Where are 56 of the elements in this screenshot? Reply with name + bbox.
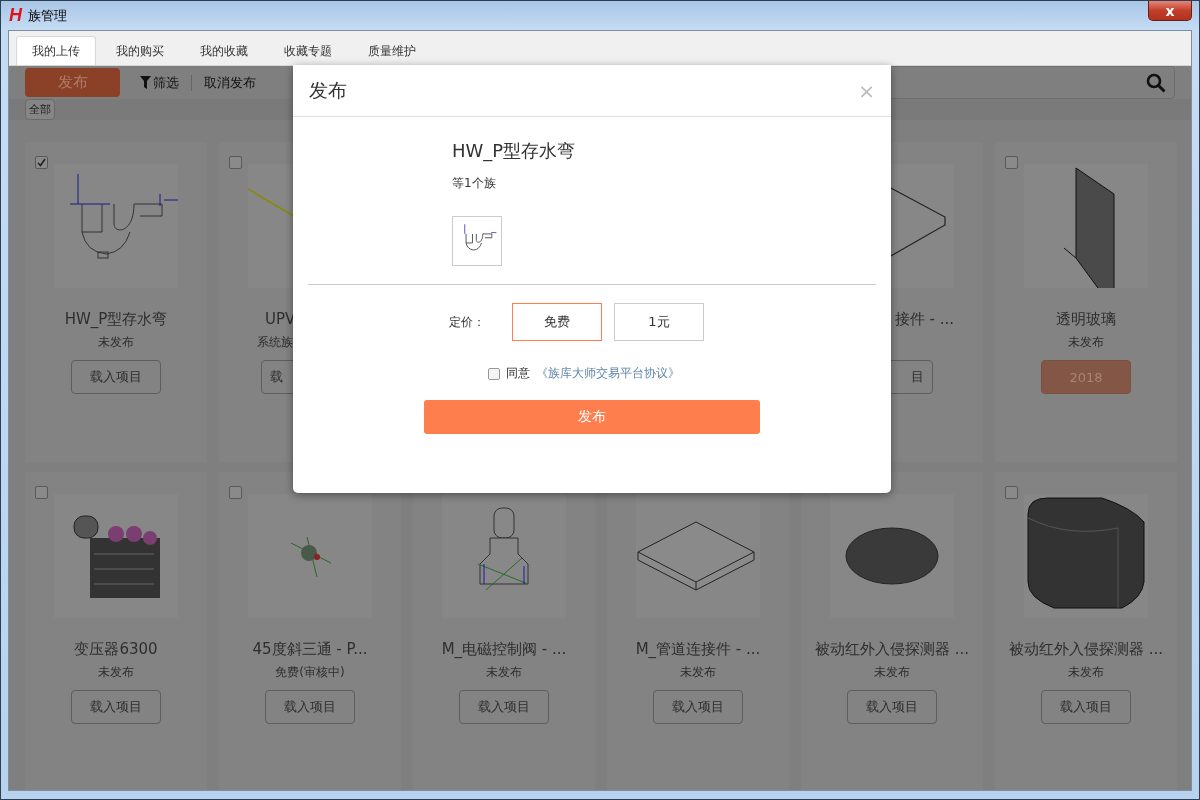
search-icon[interactable] bbox=[1146, 72, 1166, 93]
tab[interactable]: 质量维护 bbox=[352, 36, 432, 65]
card-status: 未发布 bbox=[98, 664, 134, 680]
tab[interactable]: 收藏专题 bbox=[268, 36, 348, 65]
fitting-drawing bbox=[289, 535, 331, 577]
checkbox[interactable] bbox=[229, 486, 242, 499]
load-button[interactable]: 载入项目 bbox=[71, 690, 161, 724]
price-option[interactable]: 1元 bbox=[614, 303, 704, 341]
agree-label: 同意 bbox=[506, 365, 530, 382]
submit-button[interactable]: 发布 bbox=[424, 400, 760, 434]
card-title: 被动红外入侵探测器 ... bbox=[814, 640, 970, 660]
card-title: M_电磁控制阀 - ... bbox=[441, 640, 567, 660]
load-button[interactable]: 载入项目 bbox=[265, 690, 355, 724]
load-button[interactable]: 载入项目 bbox=[71, 360, 161, 394]
price-label: 定价： bbox=[449, 313, 486, 331]
price-option[interactable]: 免费 bbox=[512, 303, 602, 341]
filter-icon bbox=[140, 76, 151, 89]
filter-chip[interactable]: 全部 bbox=[25, 99, 55, 120]
card-status: 未发布 bbox=[874, 664, 910, 680]
card-status: 免费(审核中) bbox=[275, 664, 345, 680]
checkbox[interactable] bbox=[35, 486, 48, 499]
tab[interactable]: 我的购买 bbox=[100, 36, 180, 65]
checkbox[interactable] bbox=[1005, 156, 1018, 169]
family-name: HW_P型存水弯 bbox=[452, 139, 577, 163]
card-status: 未发布 bbox=[680, 664, 716, 680]
checkbox[interactable] bbox=[229, 156, 242, 169]
dialog-title: 发布 bbox=[309, 77, 347, 103]
checkbox[interactable] bbox=[1005, 486, 1018, 499]
card-title: 接件 - ... bbox=[894, 310, 954, 330]
close-button[interactable]: x bbox=[1148, 1, 1192, 21]
agree-checkbox[interactable] bbox=[488, 367, 500, 380]
card-title: M_管道连接件 - ... bbox=[635, 640, 761, 660]
filter-button[interactable]: 筛选 bbox=[140, 73, 191, 92]
card-status: 未发布 bbox=[98, 334, 134, 350]
card-title: HW_P型存水弯 bbox=[64, 310, 168, 330]
load-button[interactable]: 载入项目 bbox=[459, 690, 549, 724]
unpublish-button[interactable]: 取消发布 bbox=[204, 73, 268, 92]
load-button[interactable]: 载入项目 bbox=[653, 690, 743, 724]
card-status: 系统族 bbox=[257, 334, 293, 350]
window-title: 族管理 bbox=[28, 6, 67, 25]
family-count: 等1个族 bbox=[452, 175, 497, 192]
slab-drawing bbox=[888, 186, 946, 258]
tab[interactable]: 我的上传 bbox=[16, 36, 96, 65]
card-title: 45度斜三通 - P... bbox=[252, 640, 368, 660]
tab[interactable]: 我的收藏 bbox=[184, 36, 264, 65]
card-status: 未发布 bbox=[1068, 334, 1104, 350]
card-title: 变压器6300 bbox=[74, 640, 158, 660]
card-status: 未发布 bbox=[1068, 664, 1104, 680]
card-title: 透明玻璃 bbox=[1056, 310, 1116, 330]
load-button[interactable]: 载入项目 bbox=[1041, 690, 1131, 724]
app-logo: H bbox=[9, 5, 22, 26]
agreement-link[interactable]: 《族库大师交易平台协议》 bbox=[536, 365, 680, 382]
load-button[interactable]: 载入项目 bbox=[847, 690, 937, 724]
checkbox[interactable] bbox=[35, 156, 48, 169]
card-status: 未发布 bbox=[486, 664, 522, 680]
card-title: 被动红外入侵探测器 ... bbox=[1008, 640, 1164, 660]
